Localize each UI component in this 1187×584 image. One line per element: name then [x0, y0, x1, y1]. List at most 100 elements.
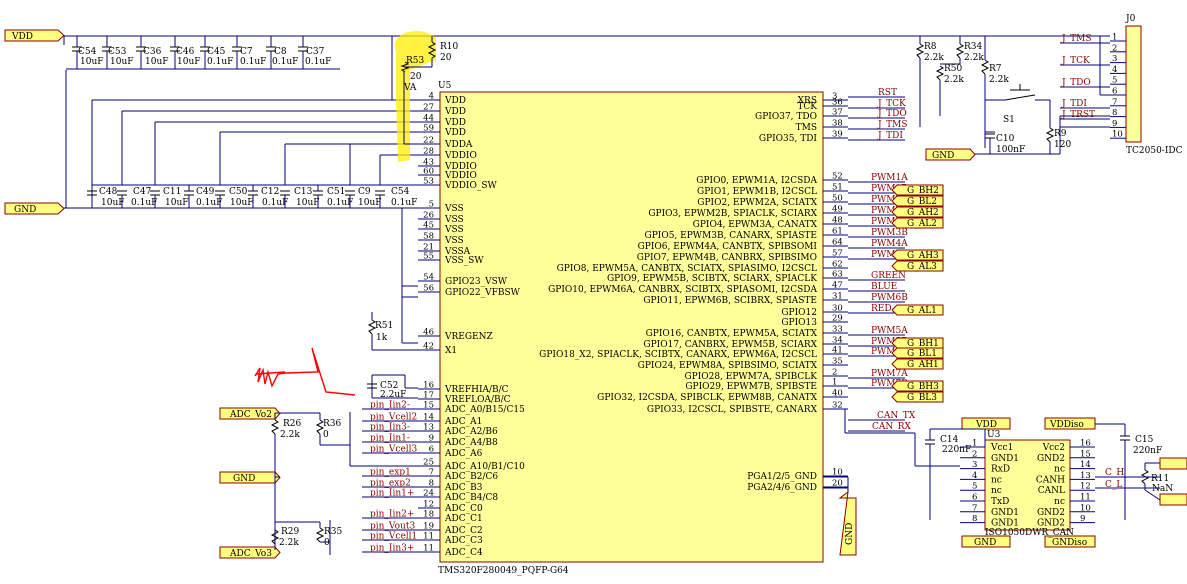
u5-pin-name: X1 — [445, 346, 457, 356]
u5-pin-name: VSS — [444, 204, 464, 214]
u5-pin-name: VDDIO — [444, 151, 477, 161]
j0-connector: J0 TC2050-IDC 12345678910 J_TMS J_TCK J_TDO… — [1060, 14, 1183, 156]
u5-pin-name: GPIO2, EPWM2A, SCIATX — [697, 198, 817, 208]
top-decoupling-caps: C54 10uF C53 10uF C36 10uF C46 10uF C45 … — [72, 36, 331, 69]
iso-pin-name: nc — [1054, 497, 1065, 507]
u5-pin-number: 62 — [832, 260, 843, 270]
svg-text:GND: GND — [974, 538, 996, 548]
u5-pin-name: GPIO0, EPWM1A, I2CSDA — [696, 176, 817, 186]
cap-c37-top: C37 0.1uF — [298, 36, 331, 69]
u5-pin-name: ADC_A4/B8 — [444, 438, 498, 448]
u5-pin-name: GPIO23_VSW — [445, 277, 508, 287]
svg-text:U3: U3 — [987, 430, 1001, 440]
u5-pin-name: ADC_A2/B6 — [444, 427, 498, 437]
svg-text:ISO1050DWR_CAN: ISO1050DWR_CAN — [985, 528, 1074, 538]
svg-text:C15: C15 — [1135, 435, 1154, 445]
gate-flag-label: G_BL2 — [907, 197, 937, 207]
svg-text:1k: 1k — [376, 333, 388, 343]
u5-pin-number: 5 — [429, 200, 434, 210]
j0-net-label: J_TRST — [1061, 110, 1095, 120]
svg-text:C54: C54 — [391, 187, 410, 197]
svg-text:C10: C10 — [996, 134, 1015, 144]
svg-text:R26: R26 — [283, 419, 302, 429]
u5-pin-name: GPIO28, EPWM7A, SPIBCLK — [684, 372, 817, 382]
svg-text:C53: C53 — [108, 47, 127, 57]
iso-pin-number: 8 — [972, 514, 977, 524]
svg-text:R11: R11 — [1151, 474, 1169, 484]
u5-pin-name: PGA2/4/6_GND — [747, 483, 817, 493]
svg-text:C46: C46 — [176, 47, 195, 57]
r53-val: 20 — [410, 72, 422, 82]
u5-pin-name: GPIO32, I2CSDA, SPIBCLK, EPWM8B, CANATX — [597, 393, 817, 403]
iso-pin-name: CANL — [1038, 486, 1065, 496]
net-label: PWM7A — [871, 369, 908, 379]
svg-text:C47: C47 — [133, 187, 152, 197]
u5-pin-number: 30 — [832, 304, 843, 314]
net-label: J_TCK — [877, 99, 906, 109]
cap-c49: C490.1uF — [184, 185, 222, 208]
cap-c46-top: C46 10uF — [170, 36, 201, 69]
net-label: J_TDO — [877, 109, 907, 119]
u5-pin-number: 20 — [832, 479, 843, 489]
u5-pin-name: ADC_A6 — [444, 449, 483, 459]
u5-pin-number: 37 — [832, 108, 843, 118]
u5-pin-name: VREGENZ — [444, 332, 493, 342]
gnd-flag-label: GND — [14, 205, 36, 215]
adc-net-label: pin_Iin3- — [370, 423, 410, 433]
svg-text:C13: C13 — [294, 187, 313, 197]
u5-pin-name: GPIO37, TDO — [755, 112, 817, 122]
cap-c8-top: C8 0.1uF — [266, 36, 298, 69]
u5-pin-number: 6 — [429, 445, 434, 455]
adc-net-label: pin_Vcell3 — [370, 445, 418, 455]
svg-text:0.1uF: 0.1uF — [305, 57, 331, 67]
iso-pin-number: 13 — [1080, 471, 1091, 481]
iso-pin-number: 14 — [1080, 460, 1091, 470]
cap-c45-top: C45 0.1uF — [200, 36, 233, 69]
svg-text:C11: C11 — [163, 187, 181, 197]
j0-pin-number: 1 — [1112, 33, 1117, 43]
u5-pin-number: 39 — [832, 130, 843, 140]
svg-text:2.2k: 2.2k — [280, 430, 300, 440]
u5-pin-name: ADC_C0 — [444, 504, 483, 514]
svg-text:120: 120 — [1054, 140, 1071, 150]
svg-text:0.1uF: 0.1uF — [327, 198, 353, 208]
iso-pin-number: 1 — [972, 439, 977, 449]
j0-pin-number: 5 — [1112, 76, 1117, 86]
u5-pin-name: GPIO35, TDI — [759, 134, 818, 144]
j0-pin-number: 2 — [1112, 43, 1117, 53]
iso-pin-name: nc — [1054, 465, 1065, 475]
iso-pin-number: 12 — [1080, 482, 1091, 492]
svg-text:S1: S1 — [1003, 115, 1015, 125]
iso-pin-name: Vcc1 — [990, 443, 1013, 453]
net-label: J_TMS — [877, 120, 908, 130]
net-label: PWM1A — [871, 173, 908, 183]
svg-text:0.1uF: 0.1uF — [262, 198, 288, 208]
r10-val: 20 — [440, 53, 452, 63]
net-label: BLUE — [871, 282, 897, 292]
u5-mcu: U5 TMS320F280049_PQFP-G64 4 VDD27 VDD44 VDD… — [390, 81, 848, 576]
u5-pin-number: 8 — [429, 479, 434, 489]
u5-pin-name: GPIO11, EPWM6B, SCIBRX, SPIASTE — [643, 296, 817, 306]
u5-pin-number: 51 — [832, 183, 843, 193]
u5-pin-number: 36 — [832, 98, 843, 108]
u5-pin-name: VDDIO_SW — [444, 181, 498, 191]
iso-pin-number: 6 — [972, 493, 977, 503]
iso-pin-number: 15 — [1080, 449, 1091, 459]
net-label: RED — [871, 304, 892, 314]
iso-pin-name: GND2 — [1037, 508, 1065, 518]
gate-flag-label: G_BH2 — [907, 186, 939, 196]
u5-pin-name: GPIO5, EPWM3B, CANARX, SPIASTE — [645, 231, 817, 241]
svg-text:C8: C8 — [274, 47, 287, 57]
u5-pin-name: GPIO8, EPWM5A, CANBTX, SCIATX, SPIASIMO,… — [557, 264, 817, 274]
u5-pin-number: 58 — [423, 232, 434, 242]
red-annotation-scribble — [254, 347, 356, 396]
u5-pin-name: GPIO13 — [781, 318, 817, 328]
u5-pin-name: VSS — [444, 215, 464, 225]
u5-pin-name: ADC_A10/B1/C10 — [444, 462, 525, 472]
u5-pin-name: TMS — [796, 123, 817, 133]
u5-pin-number: 2 — [832, 368, 837, 378]
u5-pin-number: 63 — [832, 270, 843, 280]
adc-net-label: pin_Iin3+ — [370, 544, 414, 554]
svg-text:2.2k: 2.2k — [924, 53, 944, 63]
u5-pin-number: 24 — [423, 489, 434, 499]
